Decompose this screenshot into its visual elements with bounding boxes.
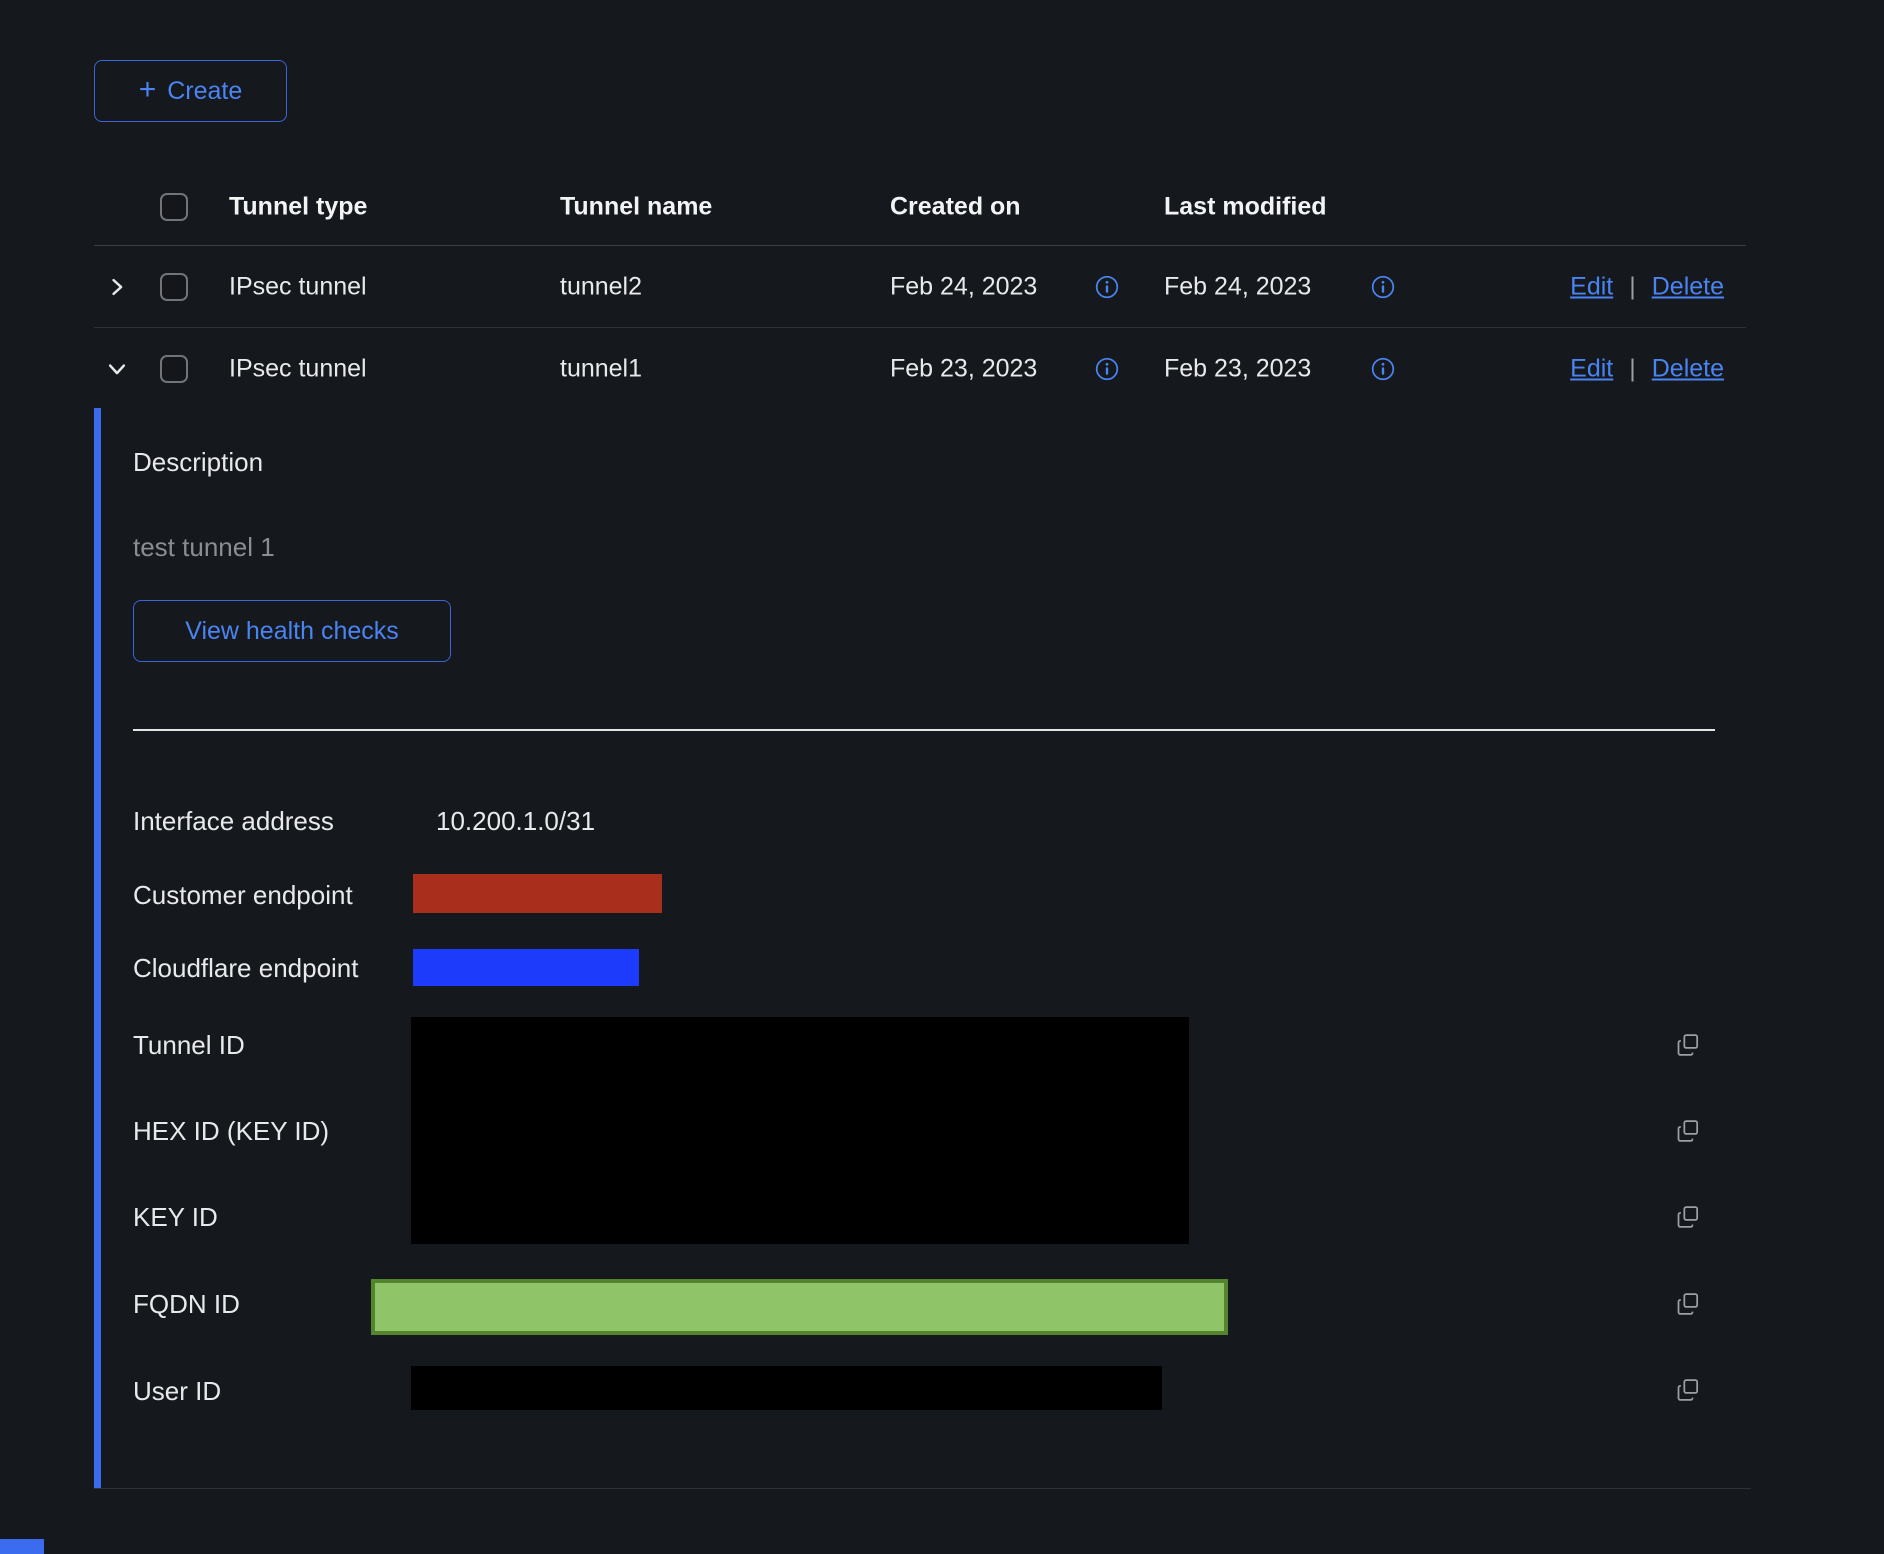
info-icon[interactable] (1094, 274, 1120, 300)
fqdn-id-redacted-value (371, 1279, 1228, 1335)
expanded-panel-accent-bar (94, 408, 101, 1488)
tunnel-row: IPsec tunnel tunnel1 Feb 23, 2023 Feb 23… (94, 328, 1746, 410)
description-value: test tunnel 1 (133, 532, 275, 563)
interface-address-value: 10.200.1.0/31 (436, 806, 595, 837)
copy-icon[interactable] (1675, 1290, 1705, 1320)
plus-icon: + (139, 75, 157, 105)
edit-link[interactable]: Edit (1570, 272, 1613, 301)
interface-address-label: Interface address (133, 806, 334, 837)
created-on-cell: Feb 23, 2023 (890, 355, 1037, 384)
customer-endpoint-redacted-value (413, 874, 662, 913)
user-id-redacted-value (411, 1366, 1162, 1410)
fqdn-id-label: FQDN ID (133, 1289, 240, 1320)
panel-divider (133, 729, 1715, 731)
cloudflare-endpoint-redacted-value (413, 949, 639, 986)
copy-icon[interactable] (1675, 1031, 1705, 1061)
tunnel-type-cell: IPsec tunnel (229, 272, 367, 301)
tunnel-ids-redacted-value (411, 1017, 1189, 1244)
copy-icon[interactable] (1675, 1203, 1705, 1233)
description-label: Description (133, 447, 263, 478)
last-modified-cell: Feb 23, 2023 (1164, 355, 1311, 384)
create-button-label: Create (167, 77, 242, 106)
customer-endpoint-label: Customer endpoint (133, 880, 353, 911)
info-icon[interactable] (1094, 356, 1120, 382)
tunnel-type-cell: IPsec tunnel (229, 355, 367, 384)
actions-separator: | (1629, 355, 1636, 384)
tunnel-name-cell: tunnel2 (560, 272, 642, 301)
panel-bottom-border (94, 1488, 1751, 1489)
info-icon[interactable] (1370, 274, 1396, 300)
row-checkbox[interactable] (160, 355, 188, 383)
table-header-row: Tunnel type Tunnel name Created on Last … (94, 169, 1746, 246)
view-health-checks-button[interactable]: View health checks (133, 600, 451, 662)
row-checkbox[interactable] (160, 273, 188, 301)
header-last-modified: Last modified (1164, 193, 1327, 222)
copy-icon[interactable] (1675, 1117, 1705, 1147)
delete-link[interactable]: Delete (1652, 355, 1724, 384)
scroll-indicator[interactable] (0, 1539, 44, 1554)
header-tunnel-name: Tunnel name (560, 193, 712, 222)
info-icon[interactable] (1370, 356, 1396, 382)
edit-link[interactable]: Edit (1570, 355, 1613, 384)
tunnel-id-label: Tunnel ID (133, 1030, 245, 1061)
tunnel-row: IPsec tunnel tunnel2 Feb 24, 2023 Feb 24… (94, 246, 1746, 328)
create-button[interactable]: + Create (94, 60, 287, 122)
delete-link[interactable]: Delete (1652, 272, 1724, 301)
tunnel-name-cell: tunnel1 (560, 355, 642, 384)
created-on-cell: Feb 24, 2023 (890, 272, 1037, 301)
user-id-label: User ID (133, 1376, 221, 1407)
tunnels-table: Tunnel type Tunnel name Created on Last … (94, 169, 1746, 410)
view-health-checks-label: View health checks (185, 617, 399, 646)
key-id-label: KEY ID (133, 1202, 218, 1233)
select-all-checkbox[interactable] (160, 193, 188, 221)
last-modified-cell: Feb 24, 2023 (1164, 272, 1311, 301)
cloudflare-endpoint-label: Cloudflare endpoint (133, 953, 359, 984)
hex-id-label: HEX ID (KEY ID) (133, 1116, 329, 1147)
header-created-on: Created on (890, 193, 1021, 222)
actions-separator: | (1629, 272, 1636, 301)
copy-icon[interactable] (1675, 1376, 1705, 1406)
chevron-down-icon[interactable] (102, 354, 132, 384)
header-tunnel-type: Tunnel type (229, 193, 367, 222)
chevron-right-icon[interactable] (102, 272, 132, 302)
